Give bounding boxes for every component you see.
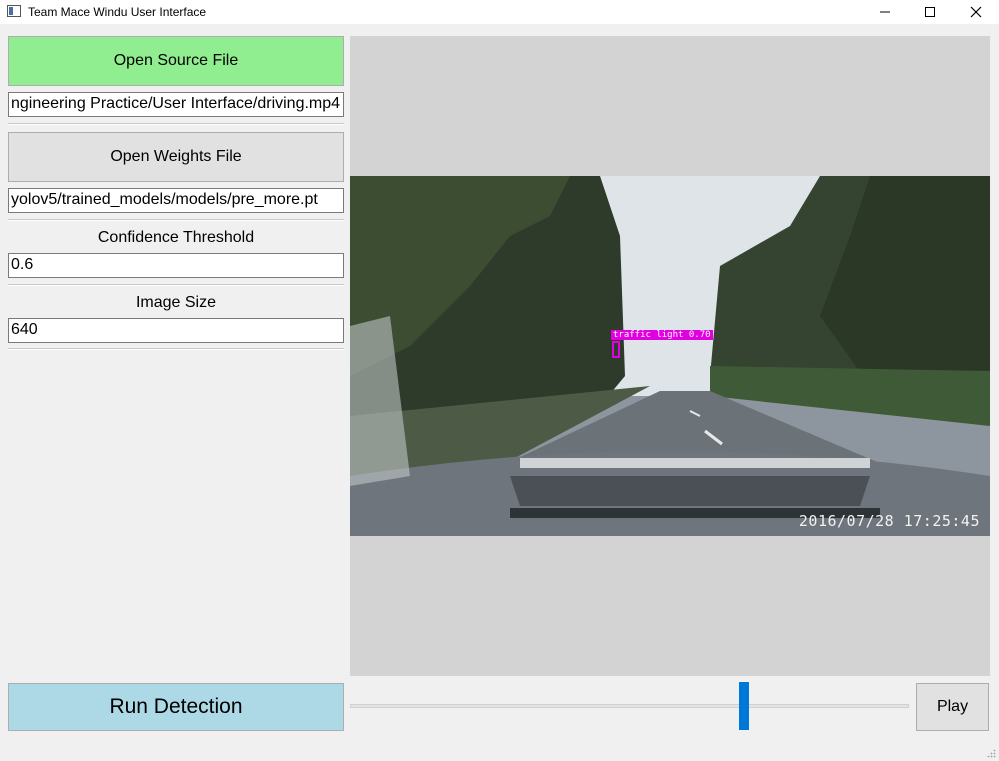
image-size-input[interactable]: 640 — [8, 318, 344, 343]
video-frame: traffic light 0.70 2016/07/28 17:25:45 — [350, 176, 990, 536]
close-button[interactable] — [953, 0, 999, 24]
divider — [8, 219, 344, 221]
source-path-field[interactable]: ngineering Practice/User Interface/drivi… — [8, 92, 344, 117]
divider — [8, 123, 344, 125]
run-detection-button[interactable]: Run Detection — [8, 683, 344, 731]
divider — [8, 284, 344, 286]
open-weights-file-button[interactable]: Open Weights File — [8, 132, 344, 182]
weights-path-field[interactable]: yolov5/trained_models/models/pre_more.pt — [8, 188, 344, 213]
detection-box — [612, 341, 620, 358]
slider-handle[interactable] — [739, 682, 749, 730]
video-display: traffic light 0.70 2016/07/28 17:25:45 — [350, 36, 990, 676]
divider — [8, 348, 344, 350]
close-icon — [970, 6, 982, 18]
confidence-threshold-label: Confidence Threshold — [97, 229, 255, 246]
confidence-threshold-input[interactable]: 0.6 — [8, 253, 344, 278]
app-icon — [7, 5, 21, 17]
minimize-button[interactable] — [862, 0, 908, 24]
open-source-file-button[interactable]: Open Source File — [8, 36, 344, 86]
detection-label: traffic light 0.70 — [611, 330, 713, 340]
resize-grip-icon[interactable] — [987, 749, 996, 758]
maximize-button[interactable] — [907, 0, 953, 24]
image-size-label: Image Size — [135, 294, 217, 311]
maximize-icon — [925, 7, 935, 17]
dashcam-image — [350, 176, 990, 536]
window-title: Team Mace Windu User Interface — [28, 5, 207, 19]
title-bar: Team Mace Windu User Interface — [0, 0, 999, 24]
video-progress-slider[interactable] — [350, 704, 909, 708]
minimize-icon — [880, 11, 890, 13]
video-timestamp: 2016/07/28 17:25:45 — [798, 512, 980, 530]
play-button[interactable]: Play — [916, 683, 989, 731]
